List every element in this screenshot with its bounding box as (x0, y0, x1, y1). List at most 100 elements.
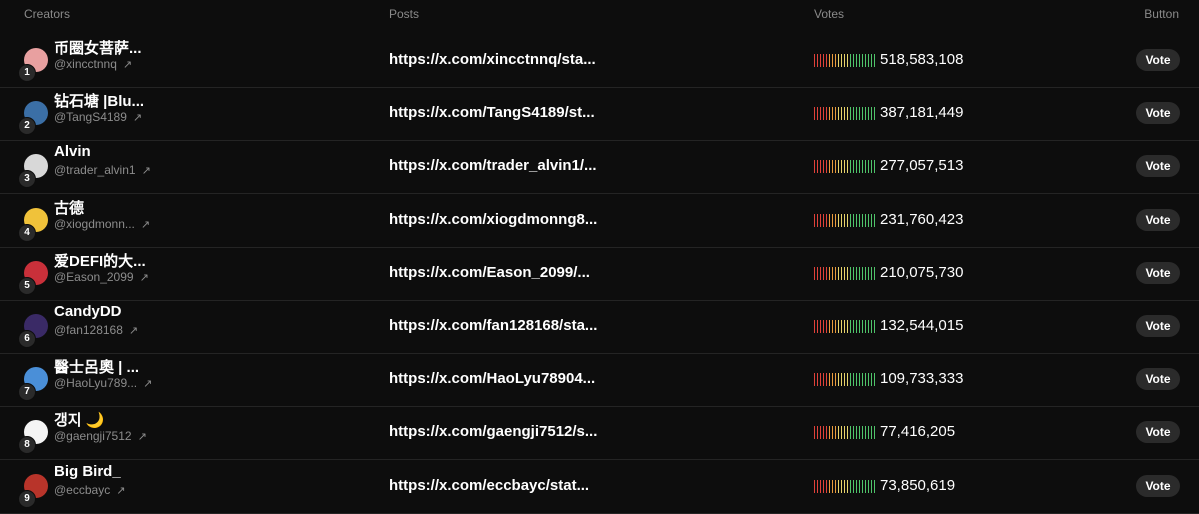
creator-cell[interactable]: 3 Alvin @trader_alvin1 ↗ (18, 143, 352, 189)
rank-badge: 1 (18, 64, 36, 82)
vote-meter-bar (838, 479, 839, 493)
external-link-icon[interactable]: ↗ (142, 164, 151, 177)
vote-meter-bar (841, 266, 842, 280)
vote-meter-bar (817, 54, 818, 67)
vote-meter-bar (829, 373, 830, 387)
creator-handle[interactable]: @trader_alvin1 (54, 163, 136, 177)
vote-meter-bar (871, 54, 872, 67)
vote-meter-bar (859, 426, 860, 440)
creator-handle[interactable]: @TangS4189 (54, 110, 127, 124)
post-link[interactable]: https://x.com/fan128168/sta... (389, 317, 597, 334)
vote-meter-bar (823, 426, 824, 440)
creator-name[interactable]: 钻石塘 |Blu... (54, 90, 144, 111)
creator-handle-link[interactable]: @gaengji7512 ↗ (54, 429, 147, 443)
vote-meter-bar (841, 373, 842, 387)
post-link[interactable]: https://x.com/Eason_2099/... (389, 264, 590, 281)
creator-name[interactable]: Big Bird_ (54, 463, 121, 480)
vote-meter-bar (832, 320, 833, 333)
creator-handle-link[interactable]: @HaoLyu789... ↗ (54, 376, 152, 390)
creator-cell[interactable]: 4 古德 @xiogdmonn... ↗ (18, 200, 352, 243)
creator-handle[interactable]: @eccbayc (54, 483, 110, 497)
creator-cell[interactable]: 5 爱DEFI的大... @Eason_2099 ↗ (18, 253, 352, 296)
external-link-icon[interactable]: ↗ (123, 58, 132, 71)
creator-handle-link[interactable]: @trader_alvin1 ↗ (54, 163, 151, 177)
vote-meter-bar (847, 54, 848, 67)
creator-handle[interactable]: @gaengji7512 (54, 429, 132, 443)
external-link-icon[interactable]: ↗ (140, 271, 149, 284)
creator-handle[interactable]: @fan128168 (54, 323, 123, 337)
vote-meter-bar (871, 266, 872, 280)
creator-handle-link[interactable]: @xincctnnq ↗ (54, 57, 132, 71)
vote-meter-bar (859, 479, 860, 493)
external-link-icon[interactable]: ↗ (129, 324, 138, 337)
vote-meter-bar (865, 54, 866, 67)
vote-button[interactable]: Vote (1136, 102, 1180, 125)
vote-meter (814, 479, 876, 493)
vote-button[interactable]: Vote (1136, 421, 1180, 444)
creator-cell[interactable]: 8 갱지 🌙 @gaengji7512 ↗ (18, 412, 352, 455)
vote-meter-bar (826, 479, 827, 493)
vote-button[interactable]: Vote (1136, 474, 1180, 497)
creator-handle-link[interactable]: @Eason_2099 ↗ (54, 270, 149, 284)
vote-meter-bar (862, 107, 863, 121)
external-link-icon[interactable]: ↗ (133, 111, 142, 124)
external-link-icon[interactable]: ↗ (138, 430, 147, 443)
external-link-icon[interactable]: ↗ (116, 484, 125, 497)
vote-meter-bar (856, 160, 857, 174)
creator-name[interactable]: 갱지 🌙 (54, 409, 104, 430)
creator-name[interactable]: 古德 (54, 197, 84, 218)
post-link[interactable]: https://x.com/HaoLyu78904... (389, 370, 595, 387)
creator-handle[interactable]: @Eason_2099 (54, 270, 134, 284)
creator-handle[interactable]: @xiogdmonn... (54, 217, 135, 231)
table-row: 3 Alvin @trader_alvin1 ↗ https://x.com/tr… (0, 140, 1199, 195)
post-link[interactable]: https://x.com/trader_alvin1/... (389, 157, 597, 174)
vote-meter-bar (814, 160, 815, 174)
vote-meter-bar (835, 373, 836, 387)
vote-meter-bar (823, 160, 824, 174)
rank-badge: 4 (18, 223, 36, 242)
creator-handle-link[interactable]: @TangS4189 ↗ (54, 110, 142, 124)
vote-button[interactable]: Vote (1136, 155, 1180, 178)
external-link-icon[interactable]: ↗ (143, 377, 152, 390)
vote-meter-bar (871, 426, 872, 440)
creator-name[interactable]: Alvin (54, 143, 91, 160)
creator-handle-link[interactable]: @fan128168 ↗ (54, 323, 138, 337)
vote-meter-bar (829, 160, 830, 174)
creator-handle[interactable]: @HaoLyu789... (54, 376, 137, 390)
vote-meter-bar (835, 160, 836, 174)
external-link-icon[interactable]: ↗ (141, 218, 150, 231)
vote-meter-bar (862, 320, 863, 333)
table-row: 9 Big Bird_ @eccbayc ↗ https://x.com/eccb… (0, 460, 1199, 514)
creator-cell[interactable]: 1 币圈女菩萨... @xincctnnq ↗ (18, 40, 352, 83)
vote-meter-bar (850, 266, 851, 280)
creator-name[interactable]: 爱DEFI的大... (54, 250, 146, 271)
vote-meter (814, 426, 876, 440)
creator-cell[interactable]: 9 Big Bird_ @eccbayc ↗ (18, 463, 352, 509)
creator-name[interactable]: 醫士呂奧 | ... (54, 356, 139, 377)
post-link[interactable]: https://x.com/xiogdmonng8... (389, 211, 597, 228)
creator-cell[interactable]: 2 钻石塘 |Blu... @TangS4189 ↗ (18, 93, 352, 136)
creator-name[interactable]: CandyDD (54, 303, 122, 320)
vote-button[interactable]: Vote (1136, 368, 1180, 391)
post-link[interactable]: https://x.com/eccbayc/stat... (389, 477, 589, 494)
creator-handle-link[interactable]: @eccbayc ↗ (54, 483, 125, 497)
vote-button[interactable]: Vote (1136, 49, 1180, 71)
creator-handle[interactable]: @xincctnnq (54, 57, 117, 71)
post-link[interactable]: https://x.com/xincctnnq/sta... (389, 51, 596, 68)
vote-meter-bar (850, 54, 851, 67)
vote-button[interactable]: Vote (1136, 315, 1180, 337)
post-link[interactable]: https://x.com/TangS4189/st... (389, 104, 595, 121)
vote-meter-bar (829, 54, 830, 67)
vote-meter (814, 107, 876, 121)
creator-cell[interactable]: 7 醫士呂奧 | ... @HaoLyu789... ↗ (18, 359, 352, 402)
vote-meter-bar (820, 266, 821, 280)
vote-meter-bar (814, 107, 815, 121)
creator-name[interactable]: 币圈女菩萨... (54, 37, 142, 58)
creator-handle-link[interactable]: @xiogdmonn... ↗ (54, 217, 150, 231)
vote-meter-bar (817, 479, 818, 493)
vote-button[interactable]: Vote (1136, 208, 1180, 231)
post-link[interactable]: https://x.com/gaengji7512/s... (389, 423, 597, 440)
vote-button[interactable]: Vote (1136, 261, 1180, 284)
creator-cell[interactable]: 6 CandyDD @fan128168 ↗ (18, 303, 352, 349)
vote-meter-bar (832, 373, 833, 387)
